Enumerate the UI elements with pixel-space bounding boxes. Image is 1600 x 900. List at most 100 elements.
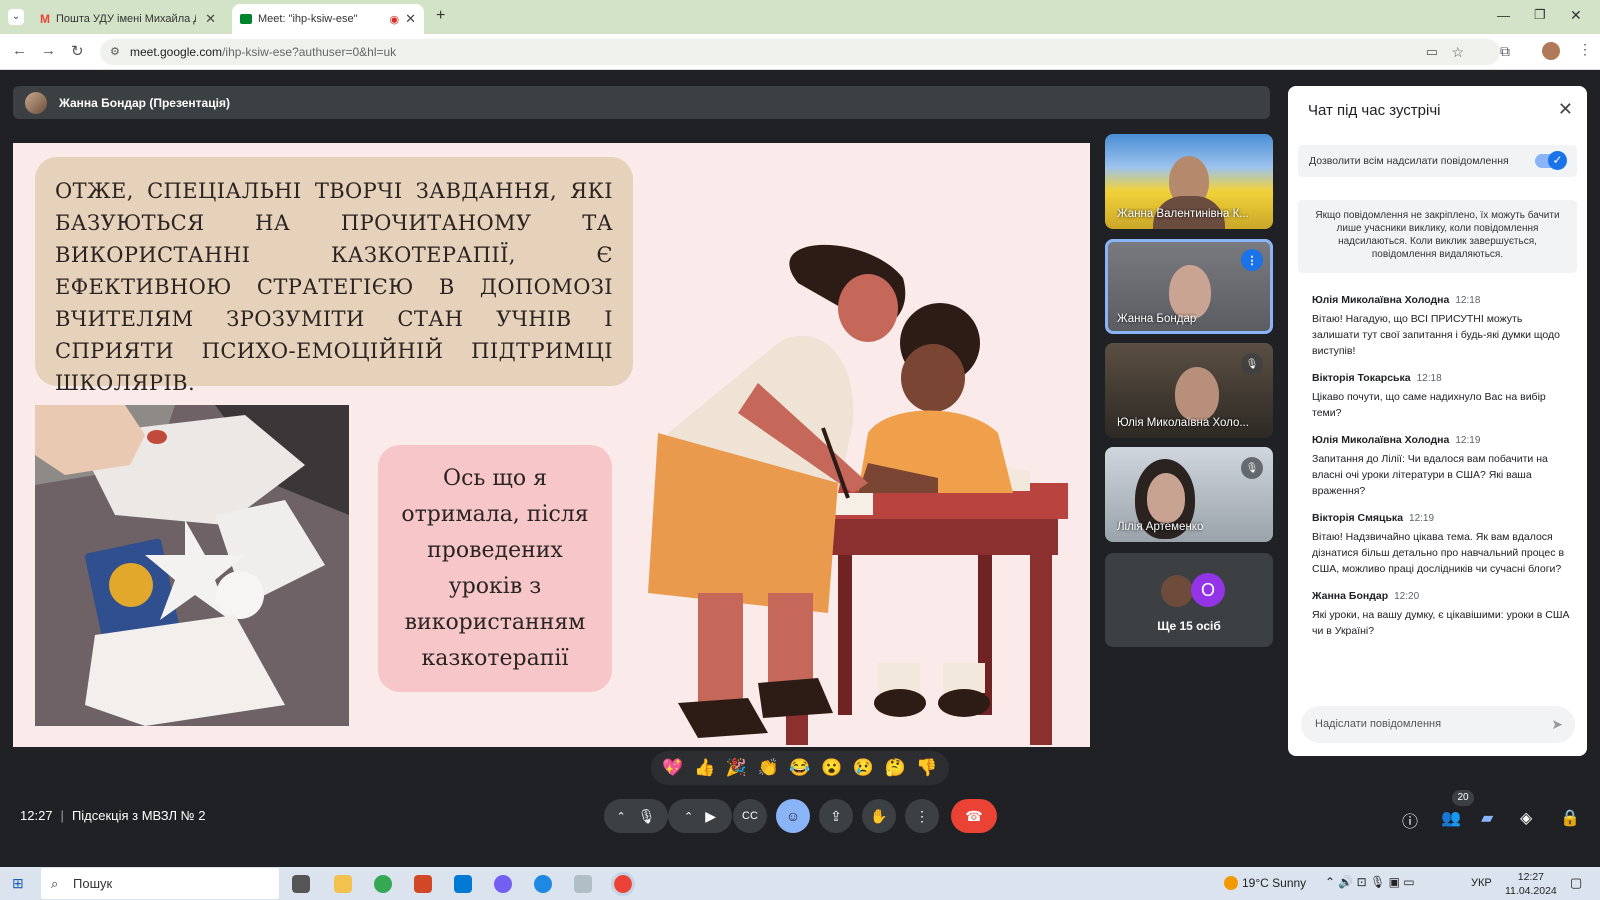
chrome-active-icon[interactable] xyxy=(611,872,635,896)
host-controls-icon[interactable]: 🔒 xyxy=(1560,808,1580,828)
tab-meet[interactable]: Meet: "ihp-ksiw-ese" ◉ ✕ xyxy=(232,4,424,34)
send-icon[interactable]: ➤ xyxy=(1551,706,1563,743)
chrome-icon[interactable] xyxy=(374,875,392,893)
leave-call-button[interactable]: ☎ xyxy=(951,799,997,833)
close-window-icon[interactable]: ✕ xyxy=(1570,7,1582,24)
chevron-up-icon[interactable]: ⌃ xyxy=(684,810,693,823)
task-view-icon[interactable] xyxy=(292,875,310,893)
mic-off-icon: 🎙 xyxy=(1241,457,1263,479)
browser-app-icon[interactable] xyxy=(534,875,552,893)
check-icon: ✓ xyxy=(1548,151,1567,170)
participant-tile[interactable]: ⋮ Жанна Бондар xyxy=(1105,239,1273,334)
microphone-button[interactable]: ⌃ 🎙 xyxy=(604,799,668,833)
close-tab-icon[interactable]: ✕ xyxy=(405,11,416,27)
participant-tile[interactable]: 🎙 Юлія Миколаївна Холо... xyxy=(1105,343,1273,438)
activities-icon[interactable]: ◈ xyxy=(1520,808,1532,828)
reaction-clap[interactable]: 👏 xyxy=(758,758,779,778)
chat-panel: Чат під час зустрічі ✕ Дозволити всім на… xyxy=(1288,86,1587,756)
raise-hand-button[interactable]: ✋ xyxy=(862,799,896,833)
reaction-party[interactable]: 🎉 xyxy=(726,758,747,778)
message-text: Вітаю! Нагадую, що ВСІ ПРИСУТНІ можуть з… xyxy=(1312,313,1561,357)
reactions-button[interactable]: ☺ xyxy=(776,799,810,833)
presenter-avatar xyxy=(25,91,47,114)
browser-menu-icon[interactable]: ⋮ xyxy=(1578,41,1592,58)
url-input[interactable]: ⚙ meet.google.com/ihp-ksiw-ese?authuser=… xyxy=(100,39,1500,65)
powerpoint-icon[interactable] xyxy=(414,875,432,893)
reaction-surprised[interactable]: 😮 xyxy=(821,758,842,778)
tab-title: Meet: "ihp-ksiw-ese" xyxy=(258,13,358,25)
message-author: Юлія Миколаївна Холодна xyxy=(1312,434,1450,446)
message-author: Жанна Бондар xyxy=(1312,590,1389,602)
tray-icons[interactable]: ⌃ 🔊 ⊡ 🎙 ▣ ▭ xyxy=(1325,875,1415,889)
participant-tile[interactable]: Жанна Валентинівна К... xyxy=(1105,134,1273,229)
captions-button[interactable]: CC xyxy=(733,799,767,833)
back-icon[interactable]: ← xyxy=(12,42,27,59)
profile-avatar[interactable] xyxy=(1542,42,1560,60)
bookmark-star-icon[interactable]: ☆ xyxy=(1451,39,1464,65)
mic-icon: 🎙 xyxy=(637,807,656,824)
message-text: Цікаво почути, що саме надихнуло Вас на … xyxy=(1312,391,1546,419)
participant-video xyxy=(1169,265,1211,319)
new-tab-icon[interactable]: + xyxy=(436,7,445,25)
allow-messages-row: Дозволити всім надсилати повідомлення ✓ xyxy=(1298,145,1577,177)
participant-avatar xyxy=(1161,575,1193,607)
forward-icon[interactable]: → xyxy=(41,42,56,59)
hangup-icon: ☎ xyxy=(965,807,983,824)
message-time: 12:19 xyxy=(1409,513,1435,524)
camera-button[interactable]: ⌃ ▶ xyxy=(668,799,732,833)
viber-icon[interactable] xyxy=(494,875,512,893)
teacher-student-illustration xyxy=(638,193,1078,747)
chevron-up-icon[interactable]: ⌃ xyxy=(617,810,626,823)
reaction-thumbs-down[interactable]: 👎 xyxy=(916,758,937,778)
address-bar: ← → ↻ ⚙ meet.google.com/ihp-ksiw-ese?aut… xyxy=(0,34,1600,70)
chat-message: Юлія Миколаївна Холодна 12:19 Запитання д… xyxy=(1312,434,1570,499)
meet-area: Жанна Бондар (Презентація) Отже, спеціал… xyxy=(0,71,1600,867)
reload-icon[interactable]: ↻ xyxy=(71,42,84,60)
close-icon[interactable]: ✕ xyxy=(1558,99,1573,120)
message-text: Які уроки, на вашу думку, є цікавішими: … xyxy=(1312,609,1570,637)
slide-photo xyxy=(35,405,349,726)
allow-messages-toggle[interactable]: ✓ xyxy=(1535,151,1567,170)
slide-main-text: Отже, спеціальні творчі завдання, які ба… xyxy=(35,157,633,395)
info-icon[interactable]: ⓘ xyxy=(1402,808,1418,832)
speaking-indicator-icon: ⋮ xyxy=(1241,249,1263,271)
more-participants-tile[interactable]: О Ще 15 осіб xyxy=(1105,553,1273,647)
present-button[interactable]: ⇪ xyxy=(819,799,853,833)
message-text: Запитання до Лілії: Чи вдалося вам побач… xyxy=(1312,453,1548,497)
close-tab-icon[interactable]: ✕ xyxy=(205,11,216,27)
reaction-thumbs-up[interactable]: 👍 xyxy=(694,758,715,778)
tab-mail[interactable]: M Пошта УДУ імені Михайла Др ✕ xyxy=(32,4,224,34)
url-path: /ihp-ksiw-ese?authuser=0&hl=uk xyxy=(222,45,397,59)
camera-icon[interactable]: ▭ xyxy=(1426,39,1438,65)
people-icon[interactable]: 👥 xyxy=(1441,808,1461,828)
more-options-button[interactable]: ⋮ xyxy=(905,799,939,833)
chat-icon[interactable]: ▰ xyxy=(1481,808,1493,828)
captions-icon: CC xyxy=(742,810,758,822)
minimize-icon[interactable]: — xyxy=(1497,8,1510,23)
mail-icon[interactable] xyxy=(454,875,472,893)
reaction-thinking[interactable]: 🤔 xyxy=(885,758,906,778)
taskbar-search[interactable]: ⌕ Пошук xyxy=(41,868,279,899)
clock-time: 12:27 xyxy=(1517,871,1545,883)
taskbar-clock[interactable]: 12:27 11.04.2024 xyxy=(1505,870,1557,898)
file-explorer-icon[interactable] xyxy=(334,875,352,893)
weather-text[interactable]: 19°C Sunny xyxy=(1242,876,1306,890)
reaction-laugh[interactable]: 😂 xyxy=(789,758,810,778)
language-indicator[interactable]: УКР xyxy=(1471,877,1492,889)
participants-count-badge: 20 xyxy=(1452,790,1474,806)
chat-message: Юлія Миколаївна Холодна 12:18 Вітаю! Нага… xyxy=(1312,294,1570,359)
extensions-icon[interactable]: ⧉ xyxy=(1500,43,1510,60)
reaction-heart[interactable]: 💖 xyxy=(662,758,683,778)
windows-start-icon[interactable]: ⊞ xyxy=(12,875,24,892)
reaction-sad[interactable]: 😢 xyxy=(853,758,874,778)
message-time: 12:20 xyxy=(1394,591,1420,602)
participant-tile[interactable]: 🎙 Лілія Артеменко xyxy=(1105,447,1273,542)
restore-icon[interactable]: ❐ xyxy=(1534,7,1546,23)
site-info-icon[interactable]: ⚙ xyxy=(110,39,120,65)
notifications-icon[interactable]: ▢ xyxy=(1570,875,1582,891)
app-icon[interactable] xyxy=(574,875,592,893)
tab-list-icon[interactable]: ⌄ xyxy=(8,9,24,25)
emoji-icon: ☺ xyxy=(785,808,801,824)
participant-video xyxy=(1175,367,1219,421)
chat-message-input[interactable]: Надіслати повідомлення ➤ xyxy=(1301,706,1575,743)
